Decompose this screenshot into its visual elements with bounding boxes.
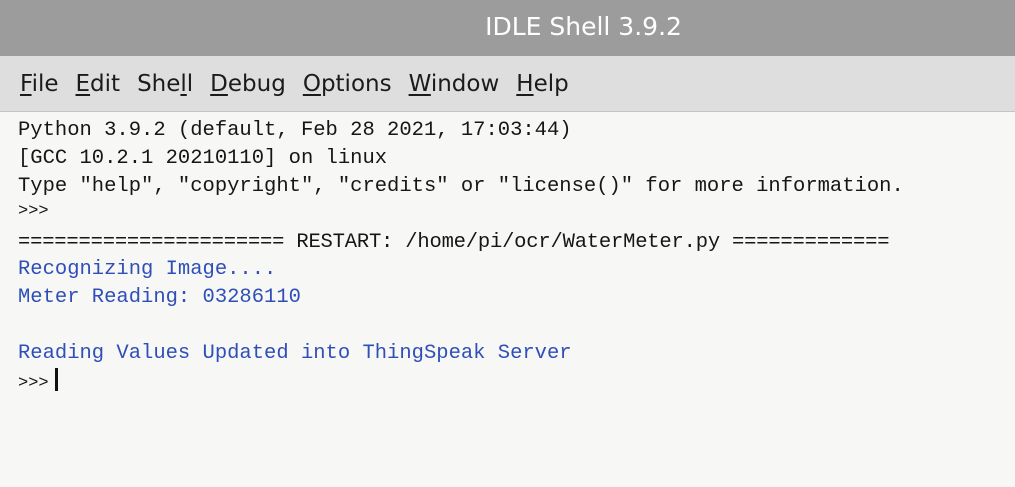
menu-help[interactable]: Help <box>516 71 568 97</box>
title-bar[interactable]: IDLE Shell 3.9.2 <box>0 0 1015 56</box>
banner-help-line: Type "help", "copyright", "credits" or "… <box>18 175 904 198</box>
menu-shell[interactable]: Shell <box>137 71 193 97</box>
output-line-meter-reading: Meter Reading: 03286110 <box>18 286 301 309</box>
idle-shell-window: IDLE Shell 3.9.2 File Edit Shell Debug O… <box>0 0 1015 487</box>
input-prompt-line[interactable]: >>> <box>18 368 58 396</box>
banner-version-line: Python 3.9.2 (default, Feb 28 2021, 17:0… <box>18 119 572 142</box>
banner-compiler-line: [GCC 10.2.1 20210110] on linux <box>18 147 388 170</box>
output-line-recognizing: Recognizing Image.... <box>18 258 277 281</box>
window-title: IDLE Shell 3.9.2 <box>485 11 682 41</box>
menu-file[interactable]: File <box>20 71 59 97</box>
restart-line: ====================== RESTART: /home/pi… <box>18 231 890 254</box>
menu-bar: File Edit Shell Debug Options Window Hel… <box>0 56 1015 112</box>
output-line-thingspeak: Reading Values Updated into ThingSpeak S… <box>18 342 572 365</box>
menu-options[interactable]: Options <box>303 71 392 97</box>
final-prompt: >>> <box>18 374 49 393</box>
menu-edit[interactable]: Edit <box>76 71 121 97</box>
shell-text-area[interactable]: Python 3.9.2 (default, Feb 28 2021, 17:0… <box>0 112 1015 487</box>
menu-debug[interactable]: Debug <box>210 71 286 97</box>
menu-window[interactable]: Window <box>409 71 500 97</box>
text-cursor <box>54 368 58 391</box>
shell-prompt: >>> <box>18 202 49 221</box>
